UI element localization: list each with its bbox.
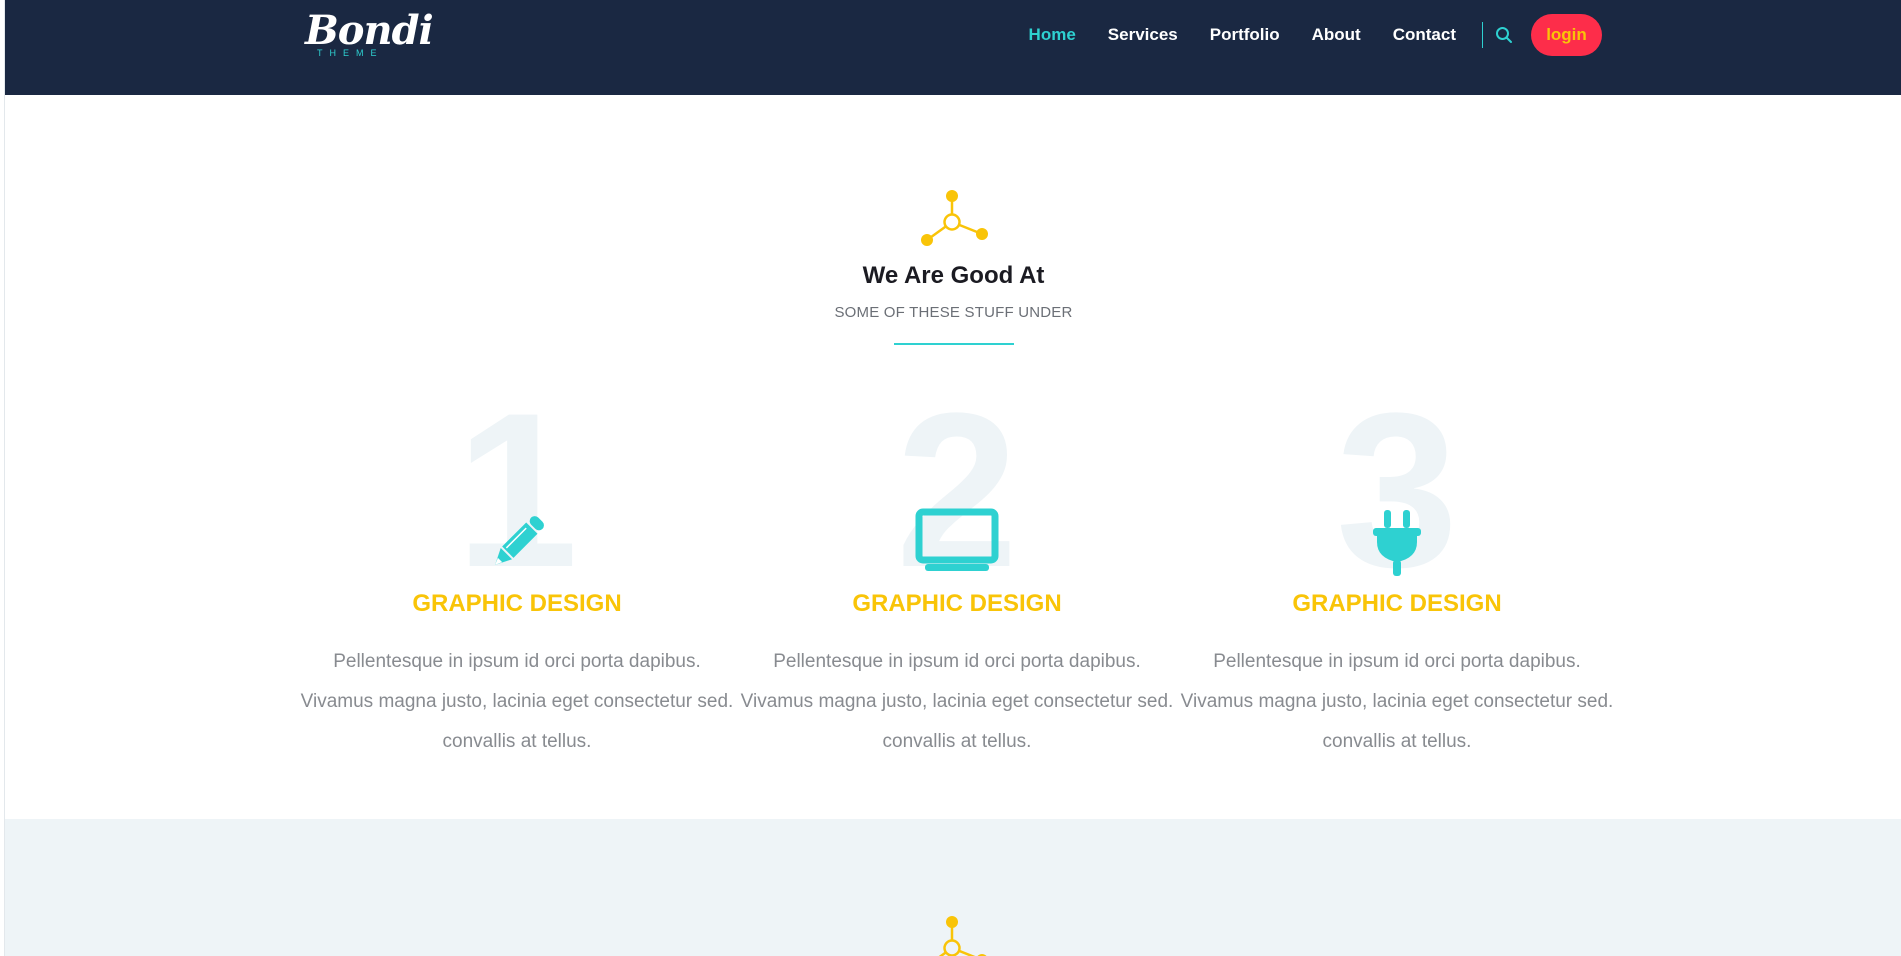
- login-button[interactable]: login: [1531, 14, 1602, 56]
- logo[interactable]: Bondi THEME: [305, 7, 434, 60]
- feature-card: 1 GRAPHIC DESIGN Pellentesque in ipsum i…: [297, 380, 737, 760]
- network-icon: [921, 190, 988, 246]
- nav-item-contact[interactable]: Contact: [1393, 25, 1456, 45]
- main-nav: Home Services Portfolio About Contact lo…: [997, 14, 1602, 56]
- section-divider: [894, 343, 1014, 345]
- feature-title: GRAPHIC DESIGN: [412, 590, 622, 617]
- site-header: Bondi THEME Home Services Portfolio Abou…: [5, 0, 1901, 95]
- feature-text: Pellentesque in ipsum id orci porta dapi…: [740, 651, 1174, 752]
- pencil-icon: [467, 508, 567, 578]
- logo-text: Bondi: [305, 7, 434, 54]
- logo-subtitle: THEME: [317, 48, 384, 58]
- feature-title: GRAPHIC DESIGN: [1292, 590, 1502, 617]
- feature-title: GRAPHIC DESIGN: [852, 590, 1062, 617]
- nav-item-portfolio[interactable]: Portfolio: [1210, 25, 1280, 45]
- nav-item-services[interactable]: Services: [1108, 25, 1178, 45]
- nav-item-about[interactable]: About: [1312, 25, 1361, 45]
- network-icon: [938, 916, 987, 956]
- nav-item-home[interactable]: Home: [1029, 25, 1076, 45]
- feature-card: 2 GRAPHIC DESIGN Pellentesque in ipsum i…: [737, 380, 1177, 760]
- search-icon[interactable]: [1493, 24, 1515, 46]
- feature-card: 3 GRAPHIC DESIGN Pellentesque in ipsum i…: [1177, 380, 1617, 760]
- feature-text: Pellentesque in ipsum id orci porta dapi…: [1180, 651, 1614, 752]
- section-subtitle: SOME OF THESE STUFF UNDER: [834, 304, 1073, 321]
- nav-divider: [1482, 22, 1483, 48]
- section-title: We Are Good At: [862, 262, 1045, 289]
- feature-text: Pellentesque in ipsum id orci porta dapi…: [300, 651, 734, 752]
- page: Bondi THEME Home Services Portfolio Abou…: [4, 0, 1901, 956]
- monitor-icon: [907, 508, 1007, 578]
- plug-icon: [1347, 508, 1447, 578]
